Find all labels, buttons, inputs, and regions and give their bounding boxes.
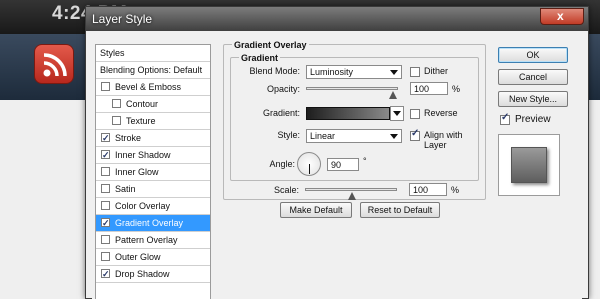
- style-item-bevel-emboss[interactable]: Bevel & Emboss: [96, 79, 210, 96]
- dither-label: Dither: [424, 66, 449, 76]
- opacity-slider[interactable]: [306, 87, 398, 90]
- texture-checkbox[interactable]: [112, 116, 121, 125]
- style-item-gradient-overlay[interactable]: Gradient Overlay: [96, 215, 210, 232]
- opacity-label: Opacity:: [266, 84, 300, 94]
- align-with-layer-checkbox[interactable]: [410, 128, 420, 141]
- gradient-dropdown-button[interactable]: [390, 106, 404, 121]
- chevron-down-icon: [393, 111, 401, 116]
- opacity-slider-thumb[interactable]: [389, 91, 397, 99]
- style-item-pattern-overlay[interactable]: Pattern Overlay: [96, 232, 210, 249]
- gradient-overlay-checkbox[interactable]: [101, 215, 110, 232]
- scale-label: Scale:: [273, 185, 299, 195]
- pattern-overlay-checkbox[interactable]: [101, 235, 110, 244]
- dither-checkbox[interactable]: [410, 67, 420, 77]
- style-item-inner-shadow[interactable]: Inner Shadow: [96, 147, 210, 164]
- styles-header[interactable]: Styles: [96, 45, 210, 62]
- scale-slider-thumb[interactable]: [348, 192, 356, 200]
- style-item-outer-glow[interactable]: Outer Glow: [96, 249, 210, 266]
- reverse-label: Reverse: [424, 108, 458, 118]
- scale-unit: %: [451, 185, 460, 195]
- chevron-down-icon: [390, 134, 398, 139]
- style-item-stroke[interactable]: Stroke: [96, 130, 210, 147]
- style-item-texture[interactable]: Texture: [96, 113, 210, 130]
- satin-checkbox[interactable]: [101, 184, 110, 193]
- gradient-overlay-title: Gradient Overlay: [232, 40, 309, 50]
- dialog-titlebar[interactable]: Layer Style x: [86, 7, 588, 31]
- preview-label: Preview: [515, 114, 551, 125]
- preview-checkbox[interactable]: [500, 112, 510, 125]
- preview-swatch: [511, 147, 547, 183]
- dialog-title: Layer Style: [92, 12, 153, 26]
- blend-mode-label: Blend Mode:: [249, 66, 300, 76]
- layer-style-dialog: Layer Style x Styles Blending Options: D…: [85, 6, 589, 299]
- close-icon: x: [557, 9, 564, 23]
- align-with-layer-label: Align with Layer: [424, 130, 463, 150]
- dialog-client: Styles Blending Options: Default Bevel &…: [92, 31, 582, 299]
- angle-dial[interactable]: [297, 152, 321, 176]
- bevel-emboss-checkbox[interactable]: [101, 82, 110, 91]
- opacity-unit: %: [452, 84, 461, 94]
- style-item-satin[interactable]: Satin: [96, 181, 210, 198]
- angle-unit: °: [363, 156, 367, 166]
- close-button[interactable]: x: [540, 8, 584, 25]
- style-select[interactable]: Linear: [306, 129, 402, 143]
- rss-icon: [34, 44, 74, 84]
- contour-checkbox[interactable]: [112, 99, 121, 108]
- style-label: Style:: [277, 130, 300, 140]
- inner-shadow-checkbox[interactable]: [101, 147, 110, 164]
- style-item-contour[interactable]: Contour: [96, 96, 210, 113]
- blend-mode-select[interactable]: Luminosity: [306, 65, 402, 79]
- drop-shadow-checkbox[interactable]: [101, 266, 110, 283]
- style-item-drop-shadow[interactable]: Drop Shadow: [96, 266, 210, 283]
- scale-input[interactable]: 100: [409, 183, 447, 196]
- opacity-input[interactable]: 100: [410, 82, 448, 95]
- gradient-picker[interactable]: [306, 107, 390, 120]
- reverse-checkbox[interactable]: [410, 109, 420, 119]
- gradient-label: Gradient:: [262, 108, 300, 118]
- styles-list: Styles Blending Options: Default Bevel &…: [95, 44, 211, 299]
- ok-button[interactable]: OK: [498, 47, 568, 63]
- gradient-subgroup: Gradient Blend Mode: Luminosity Dither O…: [230, 53, 479, 181]
- blending-options-item[interactable]: Blending Options: Default: [96, 62, 210, 79]
- outer-glow-checkbox[interactable]: [101, 252, 110, 261]
- gradient-subgroup-title: Gradient: [239, 53, 281, 63]
- style-item-color-overlay[interactable]: Color Overlay: [96, 198, 210, 215]
- style-item-inner-glow[interactable]: Inner Glow: [96, 164, 210, 181]
- reset-to-default-button[interactable]: Reset to Default: [360, 202, 440, 218]
- gradient-overlay-group: Gradient Overlay Gradient Blend Mode: Lu…: [223, 40, 486, 200]
- scale-slider[interactable]: [305, 188, 397, 191]
- angle-label: Angle:: [269, 159, 295, 169]
- angle-input[interactable]: 90: [327, 158, 359, 171]
- chevron-down-icon: [390, 70, 398, 75]
- inner-glow-checkbox[interactable]: [101, 167, 110, 176]
- make-default-button[interactable]: Make Default: [280, 202, 352, 218]
- style-preview: [498, 134, 560, 196]
- new-style-button[interactable]: New Style...: [498, 91, 568, 107]
- color-overlay-checkbox[interactable]: [101, 201, 110, 210]
- stroke-checkbox[interactable]: [101, 130, 110, 147]
- cancel-button[interactable]: Cancel: [498, 69, 568, 85]
